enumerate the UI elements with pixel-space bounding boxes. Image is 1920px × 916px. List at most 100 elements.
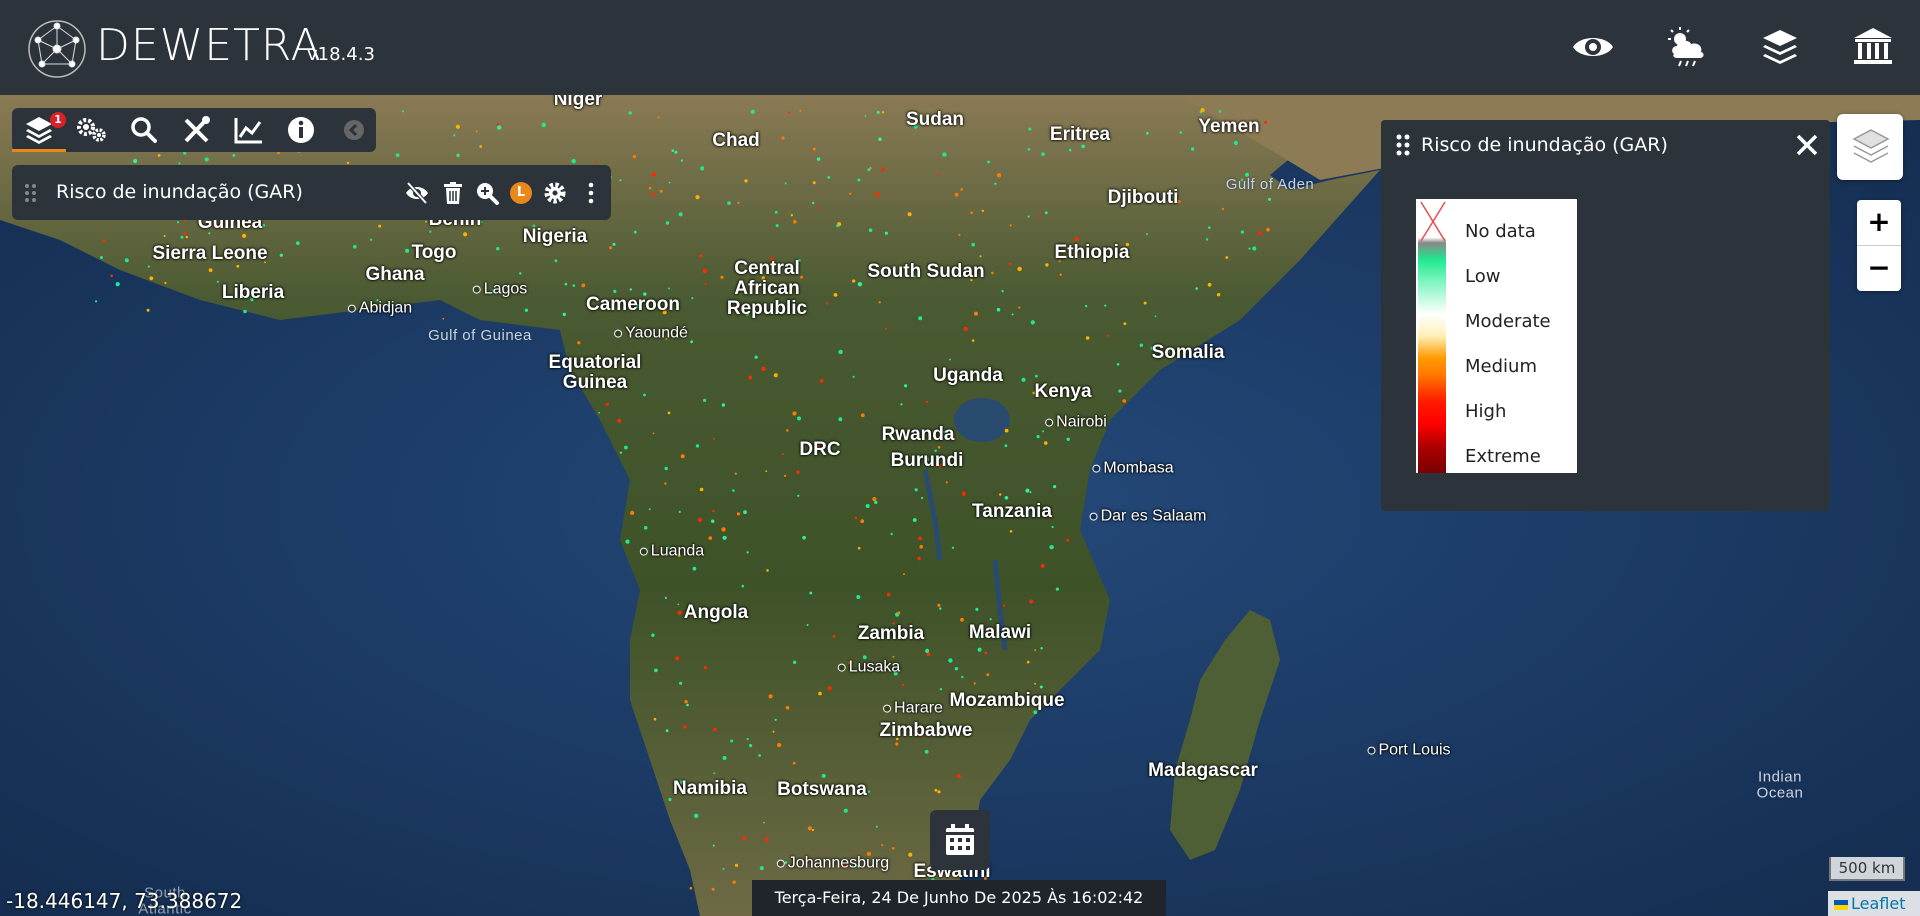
flood-risk-point <box>664 482 667 485</box>
flood-risk-point <box>937 445 941 449</box>
settings-icon[interactable] <box>74 114 108 146</box>
flood-risk-point <box>793 220 797 224</box>
flood-risk-point <box>796 470 800 474</box>
flood-risk-point <box>951 546 955 549</box>
flood-risk-point <box>720 275 724 279</box>
flood-risk-point <box>832 634 836 638</box>
tools-icon[interactable] <box>180 114 214 146</box>
flood-risk-point <box>598 411 600 414</box>
flood-risk-point <box>619 451 623 454</box>
map-label-country: Togo <box>411 242 457 264</box>
legend-panel: Risco de inundação (GAR) No data Low Mod… <box>1381 120 1830 511</box>
current-datetime[interactable]: Terça-Feira, 24 De Junho De 2025 Às 16:0… <box>752 880 1166 916</box>
flood-risk-point <box>232 153 236 157</box>
zoom-out-button[interactable]: − <box>1857 246 1901 291</box>
flood-risk-point <box>1045 263 1049 267</box>
flood-risk-point <box>895 742 899 746</box>
flood-risk-point <box>405 248 410 253</box>
flood-risk-point <box>956 774 961 779</box>
flood-risk-point <box>734 863 739 867</box>
flood-risk-point <box>652 432 655 435</box>
flood-risk-point <box>885 327 888 331</box>
search-icon[interactable] <box>127 114 161 146</box>
calendar-button[interactable] <box>930 810 990 870</box>
flood-risk-point <box>746 737 749 741</box>
chart-icon[interactable] <box>232 114 266 146</box>
zoom-in-button[interactable]: + <box>1857 200 1901 245</box>
flood-risk-point <box>1025 488 1030 493</box>
weather-icon[interactable] <box>1665 24 1711 70</box>
flood-risk-point <box>921 496 924 500</box>
delete-icon[interactable] <box>440 180 466 206</box>
institution-icon[interactable] <box>1850 24 1896 70</box>
flood-risk-point <box>243 309 247 314</box>
flood-risk-point <box>865 504 870 508</box>
flood-risk-point <box>1030 320 1035 325</box>
drag-handle-icon[interactable] <box>24 183 38 203</box>
flood-risk-point <box>675 656 680 661</box>
flood-risk-point <box>792 761 796 765</box>
flood-risk-point <box>176 221 180 224</box>
info-icon[interactable] <box>284 114 318 146</box>
gear-icon[interactable] <box>542 180 568 206</box>
flood-risk-point <box>562 312 566 317</box>
flood-risk-point <box>971 339 975 342</box>
flood-risk-point <box>475 130 478 133</box>
zoom-to-layer-icon[interactable] <box>474 180 500 206</box>
flood-risk-point <box>812 181 816 185</box>
flood-risk-point <box>1003 604 1006 607</box>
flood-risk-point <box>694 813 699 818</box>
eye-icon[interactable] <box>1570 24 1616 70</box>
flood-risk-point <box>908 852 913 857</box>
map-label-country: Central African Republic <box>726 258 808 319</box>
flood-risk-point <box>821 773 826 778</box>
flood-risk-point <box>652 172 657 177</box>
flood-risk-point <box>1004 444 1008 448</box>
drag-handle-icon[interactable] <box>1395 133 1411 157</box>
dewetra-logo-icon[interactable] <box>26 18 88 80</box>
active-layer-item[interactable]: Risco de inundação (GAR) L <box>12 165 611 220</box>
flood-risk-point <box>453 134 456 137</box>
leaflet-link[interactable]: Leaflet <box>1851 894 1905 913</box>
opacity-badge[interactable]: L <box>510 182 532 204</box>
flood-risk-point <box>594 161 597 164</box>
hide-layer-icon[interactable] <box>404 180 430 206</box>
collapse-icon[interactable] <box>337 114 371 146</box>
flood-risk-point <box>758 754 761 757</box>
flood-risk-point <box>937 173 940 176</box>
flood-risk-point <box>1009 530 1013 533</box>
layers-icon[interactable] <box>1757 24 1803 70</box>
flood-risk-point <box>949 358 951 361</box>
map-attribution[interactable]: Leaflet <box>1828 891 1920 916</box>
app-header: DEWETRA v18.4.3 <box>0 0 1920 95</box>
flood-risk-point <box>746 551 749 554</box>
map-label-country: Niger <box>553 95 603 111</box>
flood-risk-point <box>619 179 622 182</box>
flood-risk-point <box>996 307 1001 312</box>
flood-risk-point <box>867 168 871 172</box>
flood-risk-point <box>632 154 637 159</box>
flood-risk-point <box>147 265 150 268</box>
flood-risk-point <box>812 147 816 151</box>
flood-risk-point <box>1146 233 1148 236</box>
flood-risk-point <box>737 201 740 204</box>
flood-risk-point <box>1004 428 1009 433</box>
flood-risk-point <box>678 212 683 217</box>
flood-risk-point <box>1208 226 1211 229</box>
flood-risk-point <box>1066 538 1070 542</box>
more-options-icon[interactable] <box>578 180 604 206</box>
flood-risk-point <box>1107 334 1110 337</box>
flood-risk-point <box>890 532 893 536</box>
flood-risk-point <box>1029 599 1034 604</box>
map-label-country: Sierra Leone <box>152 243 268 265</box>
flood-risk-point <box>692 566 697 571</box>
flood-risk-point <box>781 136 785 140</box>
map-label-country: Uganda <box>933 365 1003 387</box>
flood-risk-point <box>918 316 923 321</box>
flood-risk-point <box>1001 290 1004 293</box>
basemap-switcher-button[interactable] <box>1837 114 1903 180</box>
close-icon[interactable] <box>1794 132 1820 158</box>
flood-risk-point <box>667 411 671 415</box>
flood-risk-point <box>679 681 683 685</box>
map-label-country: Eritrea <box>1049 124 1111 146</box>
